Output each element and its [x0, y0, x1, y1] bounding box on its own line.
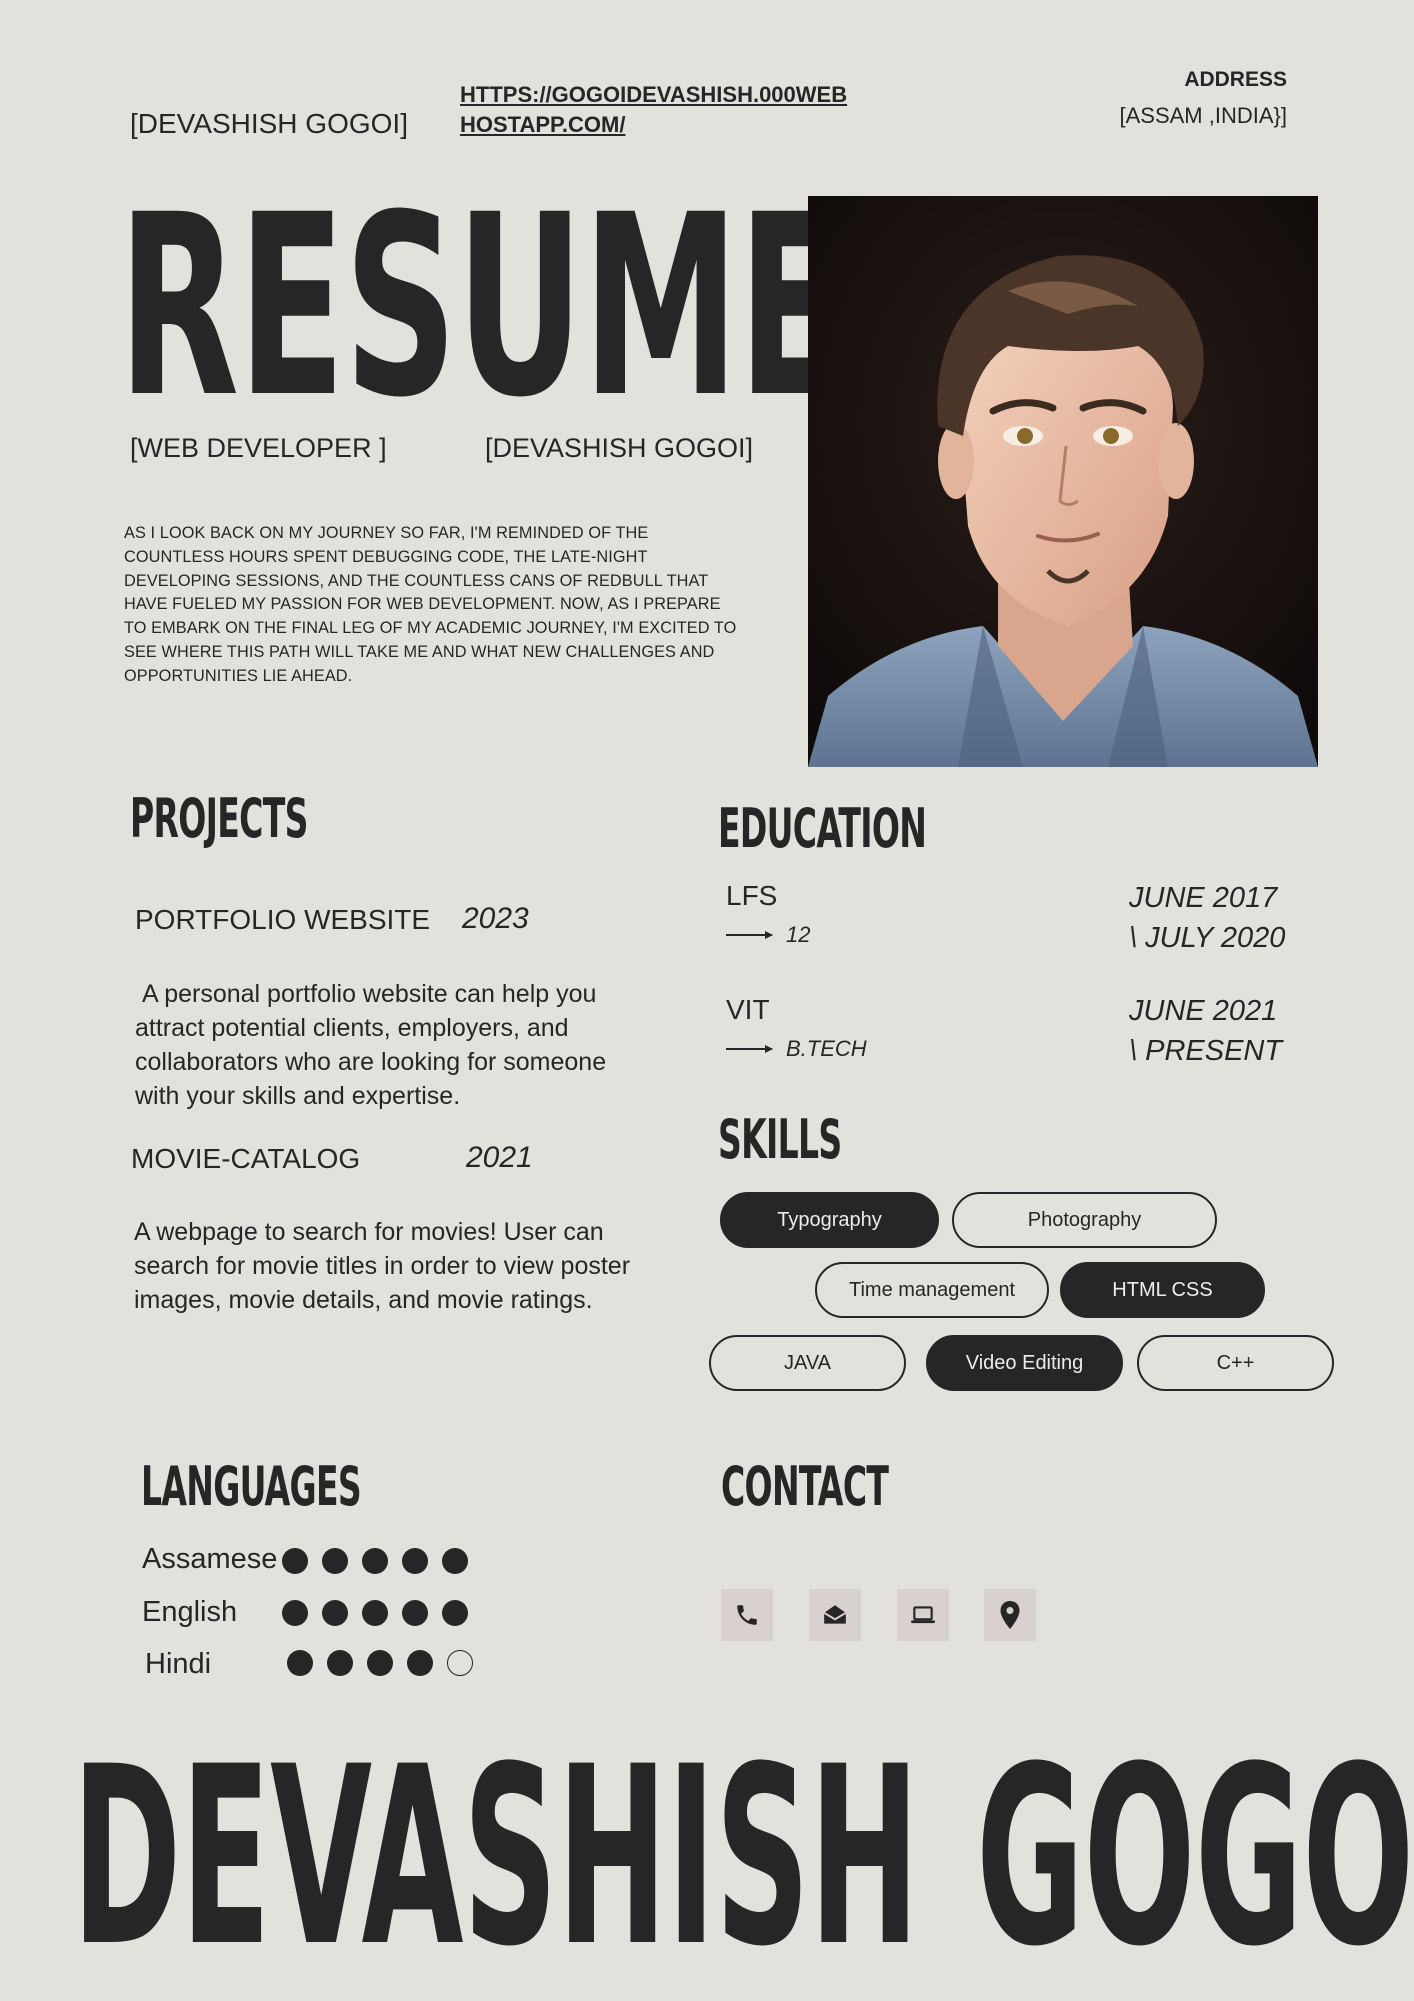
email-icon[interactable]: [809, 1589, 861, 1641]
education-level-text: B.TECH: [786, 1036, 867, 1061]
language-name: Assamese: [142, 1543, 278, 1575]
skill-pill: HTML CSS: [1060, 1262, 1265, 1318]
resume-title: RESUME: [118, 161, 845, 452]
location-pin-icon[interactable]: [984, 1589, 1036, 1641]
rating-dot: [367, 1650, 393, 1676]
rating-dot: [327, 1650, 353, 1676]
rating-dot: [442, 1548, 468, 1574]
rating-dot-empty: [447, 1650, 473, 1676]
rating-dot: [362, 1548, 388, 1574]
education-date-end: \ PRESENT: [1129, 1035, 1283, 1067]
education-date: JUNE 2017 \ JULY 2020: [1129, 878, 1285, 958]
rating-dot: [282, 1600, 308, 1626]
laptop-icon[interactable]: [897, 1589, 949, 1641]
education-heading: EDUCATION: [718, 797, 927, 860]
education-date-end: \ JULY 2020: [1129, 922, 1286, 954]
address-label: ADDRESS: [1184, 68, 1287, 91]
language-name: Hindi: [145, 1648, 212, 1680]
project-description: A webpage to search for movies! User can…: [134, 1218, 631, 1314]
language-rating: [282, 1548, 468, 1574]
education-level-text: 12: [786, 922, 811, 947]
rating-dot: [407, 1650, 433, 1676]
language-name: English: [142, 1596, 238, 1628]
rating-dot: [402, 1548, 428, 1574]
rating-dot: [322, 1600, 348, 1626]
education-school: LFS: [726, 880, 778, 911]
rating-dot: [402, 1600, 428, 1626]
languages-heading: LANGUAGES: [141, 1455, 362, 1518]
header-name: [DEVASHISH GOGOI]: [130, 108, 408, 139]
address-value: [ASSAM ,INDIA}]: [1119, 103, 1288, 128]
rating-dot: [322, 1548, 348, 1574]
skill-pill: C++: [1137, 1335, 1334, 1391]
project-name: MOVIE-CATALOG: [131, 1143, 361, 1174]
hero-name: [DEVASHISH GOGOI]: [485, 433, 754, 463]
project-year: 2023: [462, 902, 529, 935]
contact-heading: CONTACT: [721, 1455, 889, 1518]
education-school: VIT: [726, 994, 770, 1025]
skill-pill: Video Editing: [926, 1335, 1123, 1391]
education-date: JUNE 2021 \ PRESENT: [1129, 991, 1282, 1071]
skill-pill: Time management: [815, 1262, 1049, 1318]
rating-dot: [362, 1600, 388, 1626]
website-link[interactable]: HTTPS://GOGOIDEVASHISH.000WEBHOSTAPP.COM…: [460, 80, 860, 140]
footer-name: DEVASHISH GOGOI: [72, 1715, 1414, 2001]
project-name: PORTFOLIO WEBSITE: [135, 904, 431, 935]
profile-portrait: [808, 196, 1318, 767]
rating-dot: [442, 1600, 468, 1626]
skill-pill: JAVA: [709, 1335, 906, 1391]
intro-paragraph: AS I LOOK BACK ON MY JOURNEY SO FAR, I'M…: [124, 524, 737, 685]
job-role: [WEB DEVELOPER ]: [130, 433, 387, 463]
skill-pill: Photography: [952, 1192, 1217, 1248]
education-level: 12: [726, 922, 810, 948]
project-description: A personal portfolio website can help yo…: [135, 980, 614, 1110]
arrow-icon: [726, 1045, 773, 1052]
language-rating: [287, 1650, 473, 1676]
education-date-start: JUNE 2017: [1129, 882, 1278, 914]
rating-dot: [282, 1548, 308, 1574]
projects-heading: PROJECTS: [130, 787, 308, 850]
portrait-illustration: [808, 196, 1318, 767]
arrow-icon: [726, 931, 773, 938]
skills-heading: SKILLS: [718, 1108, 842, 1171]
phone-icon[interactable]: [721, 1589, 773, 1641]
language-rating: [282, 1600, 468, 1626]
rating-dot: [287, 1650, 313, 1676]
project-year: 2021: [466, 1141, 533, 1174]
skill-pill: Typography: [720, 1192, 939, 1248]
education-level: B.TECH: [726, 1036, 867, 1062]
education-date-start: JUNE 2021: [1129, 995, 1278, 1027]
